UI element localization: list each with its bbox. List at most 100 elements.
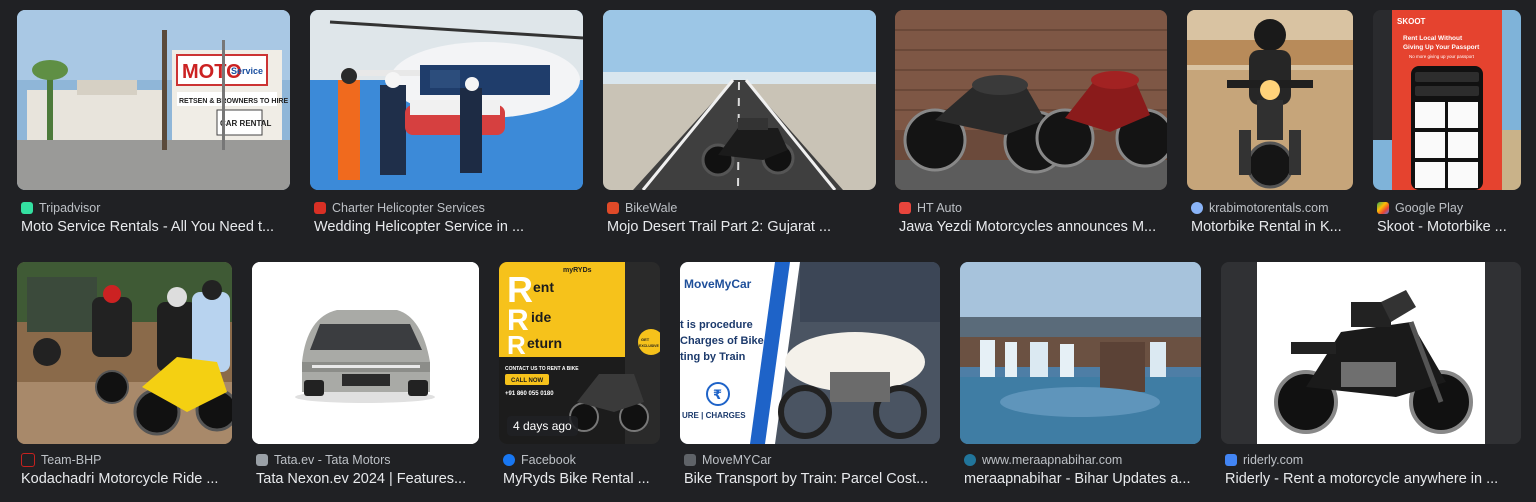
svg-text:CAR RENTAL: CAR RENTAL bbox=[220, 119, 272, 128]
bikewale-icon bbox=[607, 202, 619, 214]
result-title[interactable]: Jawa Yezdi Motorcycles announces M... bbox=[899, 219, 1165, 235]
rider-motorbike-image bbox=[1187, 10, 1353, 190]
result-card[interactable]: SKOOT Rent Local Without Giving Up Your … bbox=[1373, 10, 1521, 240]
helicopter-medical-image bbox=[310, 10, 583, 190]
result-source[interactable]: krabimotorentals.com bbox=[1191, 201, 1329, 215]
result-thumbnail[interactable]: MoveMyCar t is procedure Charges of Bike… bbox=[680, 262, 940, 444]
svg-text:ting by Train: ting by Train bbox=[680, 351, 746, 363]
skoot-app-screenshot: SKOOT Rent Local Without Giving Up Your … bbox=[1373, 10, 1521, 190]
svg-text:MoveMyCar: MoveMyCar bbox=[684, 277, 752, 291]
result-thumbnail[interactable] bbox=[895, 10, 1167, 190]
result-source[interactable]: Tata.ev - Tata Motors bbox=[256, 453, 391, 467]
source-name: Google Play bbox=[1395, 201, 1464, 215]
result-card[interactable]: BikeWale Mojo Desert Trail Part 2: Gujar… bbox=[603, 10, 876, 240]
result-title[interactable]: Riderly - Rent a motorcycle anywhere in … bbox=[1225, 471, 1520, 487]
result-title[interactable]: Motorbike Rental in K... bbox=[1191, 219, 1351, 235]
svg-text:CALL NOW: CALL NOW bbox=[511, 378, 544, 384]
result-source[interactable]: Tripadvisor bbox=[21, 201, 100, 215]
tripadvisor-icon bbox=[21, 202, 33, 214]
result-card[interactable]: www.meraapnabihar.com meraapnabihar - Bi… bbox=[960, 262, 1201, 492]
result-title[interactable]: meraapnabihar - Bihar Updates a... bbox=[964, 471, 1200, 487]
result-source[interactable]: BikeWale bbox=[607, 201, 677, 215]
moto-service-shop-image: MOTO Service RETSEN & BROWNERS TO HIRE C… bbox=[17, 10, 290, 190]
result-title[interactable]: MyRyds Bike Rental ... bbox=[503, 471, 659, 487]
result-card[interactable]: Tata.ev - Tata Motors Tata Nexon.ev 2024… bbox=[252, 262, 479, 492]
result-source[interactable]: Charter Helicopter Services bbox=[314, 201, 485, 215]
result-source[interactable]: www.meraapnabihar.com bbox=[964, 453, 1122, 467]
result-thumbnail[interactable] bbox=[252, 262, 479, 444]
svg-text:No more giving up your passpor: No more giving up your passport bbox=[1409, 54, 1475, 59]
svg-text:Giving Up Your Passport: Giving Up Your Passport bbox=[1403, 44, 1480, 51]
svg-text:R: R bbox=[507, 330, 526, 360]
bike-train-transport-image: MoveMyCar t is procedure Charges of Bike… bbox=[680, 262, 940, 444]
source-name: krabimotorentals.com bbox=[1209, 201, 1329, 215]
result-title[interactable]: Kodachadri Motorcycle Ride ... bbox=[21, 471, 231, 487]
result-source[interactable]: MoveMYCar bbox=[684, 453, 771, 467]
result-source[interactable]: Google Play bbox=[1377, 201, 1463, 215]
tata-nexon-ev-image bbox=[252, 262, 479, 444]
age-badge: 4 days ago bbox=[507, 416, 578, 436]
result-title[interactable]: Skoot - Motorbike ... bbox=[1377, 219, 1522, 235]
result-thumbnail[interactable] bbox=[960, 262, 1201, 444]
waterfall-landscape-image bbox=[960, 262, 1201, 444]
result-card[interactable]: Team-BHP Kodachadri Motorcycle Ride ... bbox=[17, 262, 232, 492]
svg-text:RETSEN & BROWNERS TO HIRE: RETSEN & BROWNERS TO HIRE bbox=[179, 98, 288, 105]
source-name: Team-BHP bbox=[41, 453, 102, 467]
source-name: www.meraapnabihar.com bbox=[982, 453, 1123, 467]
result-card[interactable]: riderly.com Riderly - Rent a motorcycle … bbox=[1221, 262, 1521, 492]
result-source[interactable]: riderly.com bbox=[1225, 453, 1303, 467]
svg-text:EXCLUSIVE: EXCLUSIVE bbox=[639, 344, 660, 348]
motorcycle-group-ride-image bbox=[17, 262, 232, 444]
result-card[interactable]: R ent R ide R eturn myRYDs GET EXCLUSIVE… bbox=[499, 262, 660, 492]
svg-text:URE | CHARGES: URE | CHARGES bbox=[682, 411, 746, 420]
result-card[interactable]: MoveMyCar t is procedure Charges of Bike… bbox=[680, 262, 940, 492]
svg-text:ent: ent bbox=[533, 279, 554, 295]
svg-text:Rent Local Without: Rent Local Without bbox=[1403, 35, 1463, 42]
svg-text:t is procedure: t is procedure bbox=[680, 319, 753, 331]
jawa-yezdi-bikes-image bbox=[895, 10, 1167, 190]
svg-text:myRYDs: myRYDs bbox=[563, 267, 592, 274]
result-thumbnail[interactable] bbox=[17, 262, 232, 444]
riderly-icon bbox=[1225, 454, 1237, 466]
result-thumbnail[interactable]: SKOOT Rent Local Without Giving Up Your … bbox=[1373, 10, 1521, 190]
helicopter-icon bbox=[314, 202, 326, 214]
source-name: BikeWale bbox=[625, 201, 678, 215]
teambhp-icon bbox=[21, 453, 35, 467]
htauto-icon bbox=[899, 202, 911, 214]
wordpress-icon bbox=[964, 454, 976, 466]
globe-icon bbox=[1191, 202, 1203, 214]
source-name: MoveMYCar bbox=[702, 453, 772, 467]
result-title[interactable]: Wedding Helicopter Service in ... bbox=[314, 219, 580, 235]
source-name: Tripadvisor bbox=[39, 201, 101, 215]
result-thumbnail[interactable] bbox=[1187, 10, 1353, 190]
result-title[interactable]: Tata Nexon.ev 2024 | Features... bbox=[256, 471, 478, 487]
result-thumbnail[interactable] bbox=[603, 10, 876, 190]
result-title[interactable]: Moto Service Rentals - All You Need t... bbox=[21, 219, 287, 235]
result-source[interactable]: Facebook bbox=[503, 453, 576, 467]
result-title[interactable]: Bike Transport by Train: Parcel Cost... bbox=[684, 471, 938, 487]
result-thumbnail[interactable]: R ent R ide R eturn myRYDs GET EXCLUSIVE… bbox=[499, 262, 660, 444]
result-card[interactable]: HT Auto Jawa Yezdi Motorcycles announces… bbox=[895, 10, 1167, 240]
desert-road-bike-image bbox=[603, 10, 876, 190]
movemycar-icon bbox=[684, 454, 696, 466]
source-name: Facebook bbox=[521, 453, 576, 467]
result-thumbnail[interactable] bbox=[310, 10, 583, 190]
tata-icon bbox=[256, 454, 268, 466]
source-name: riderly.com bbox=[1243, 453, 1304, 467]
result-thumbnail[interactable] bbox=[1221, 262, 1521, 444]
adventure-motorcycle-image bbox=[1221, 262, 1521, 444]
source-name: HT Auto bbox=[917, 201, 962, 215]
google-play-icon bbox=[1377, 202, 1389, 214]
svg-text:ide: ide bbox=[531, 309, 551, 325]
result-card[interactable]: krabimotorentals.com Motorbike Rental in… bbox=[1187, 10, 1353, 240]
result-source[interactable]: HT Auto bbox=[899, 201, 962, 215]
result-title[interactable]: Mojo Desert Trail Part 2: Gujarat ... bbox=[607, 219, 873, 235]
result-card[interactable]: Charter Helicopter Services Wedding Heli… bbox=[310, 10, 583, 240]
svg-text:eturn: eturn bbox=[527, 335, 562, 351]
svg-text:GET: GET bbox=[641, 337, 650, 342]
svg-text:Charges of Bike: Charges of Bike bbox=[680, 335, 764, 347]
svg-text:SKOOT: SKOOT bbox=[1397, 17, 1426, 26]
result-thumbnail[interactable]: MOTO Service RETSEN & BROWNERS TO HIRE C… bbox=[17, 10, 290, 190]
result-source[interactable]: Team-BHP bbox=[21, 453, 101, 467]
result-card[interactable]: MOTO Service RETSEN & BROWNERS TO HIRE C… bbox=[17, 10, 290, 240]
